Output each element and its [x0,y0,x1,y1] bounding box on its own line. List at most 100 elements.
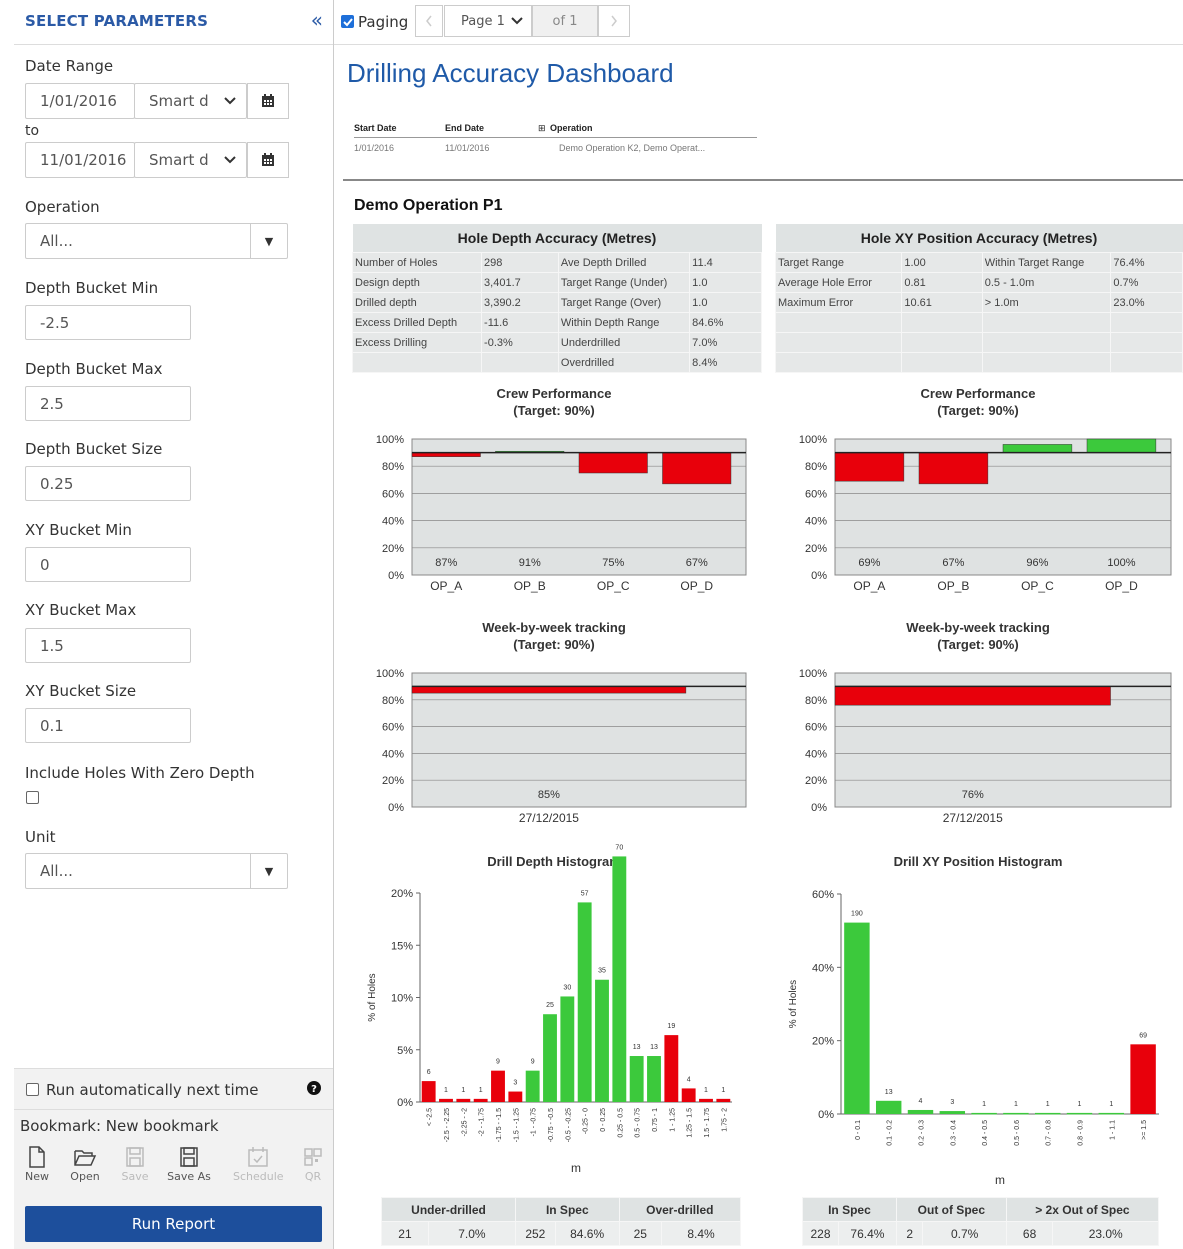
calendar-icon [262,94,274,107]
data-label: 4 [919,1098,923,1105]
end-date-input[interactable]: 11/01/2016 [25,142,135,178]
x-tick-label: -0.5 - -0.25 [565,1108,572,1142]
depth-bucket-size-input[interactable]: 0.25 [25,466,191,501]
zero-depth-checkbox[interactable] [26,791,39,804]
x-tick-label: 1.25 - 1.5 [687,1108,694,1138]
qr-code-icon [304,1148,322,1166]
bar [1086,438,1157,453]
data-label: 190 [851,911,863,918]
schedule-label: Schedule [233,1170,284,1183]
over-drilled-header: Over-drilled [618,1197,742,1222]
start-smart-date-value: Smart d [149,92,209,110]
y-tick-label: 80% [805,695,827,707]
calendar-check-icon [248,1147,268,1167]
depth-bucket-min-input[interactable]: -2.5 [25,305,191,340]
data-label: 1 [1014,1101,1018,1108]
bar [578,452,648,474]
bar [681,1088,696,1102]
bar [699,1098,713,1102]
y-tick-label: 10% [391,993,413,1005]
operation-select[interactable]: All... ▼ [25,223,288,259]
start-date-input[interactable]: 1/01/2016 [25,83,135,119]
y-tick-label: 100% [376,434,404,446]
summary-cell: 228 [802,1221,839,1246]
end-calendar-button[interactable] [247,142,289,178]
sidebar-title: SELECT PARAMETERS [25,12,209,30]
bar [1002,444,1073,453]
new-file-icon [29,1146,45,1168]
bar [508,1091,523,1102]
x-tick-label: OP_C [1021,579,1054,593]
caret-down-icon: ▼ [250,854,287,888]
summary-cell: 76.4% [837,1221,897,1246]
bar [525,1070,540,1102]
bar [834,452,905,482]
save-button[interactable]: Save [110,1146,160,1183]
operation-label: Operation [25,198,100,216]
new-label: New [25,1170,49,1183]
save-as-button[interactable]: Save As [164,1146,214,1183]
x-tick-label: OP_B [514,579,546,593]
to-label: to [25,123,40,139]
bar [907,1109,934,1114]
help-icon[interactable]: ? [307,1081,321,1095]
xy-bucket-max-input[interactable]: 1.5 [25,628,191,663]
summary-cell: 23.0% [1052,1221,1159,1246]
start-smart-date-select[interactable]: Smart d [134,83,247,119]
x-tick-label: 0 - 0.1 [855,1120,862,1140]
check-icon [342,17,353,26]
run-automatically-checkbox[interactable] [26,1083,39,1096]
bar [918,452,989,485]
bar [612,856,627,1102]
report-page: Drilling Accuracy Dashboard Start Date E… [334,45,1183,1249]
y-tick-label: 100% [799,668,827,680]
data-label: 85% [538,789,560,801]
paging-checkbox[interactable] [341,15,354,28]
collapse-sidebar-icon[interactable]: « [311,8,323,32]
in-spec-header: In Spec [802,1197,897,1222]
x-tick-label: -2 - -1.75 [479,1108,486,1137]
qr-button[interactable]: QR [288,1146,338,1183]
data-label: 1 [982,1101,986,1108]
qr-label: QR [304,1170,322,1183]
previous-page-button[interactable] [415,5,443,37]
y-tick-label: 5% [397,1045,413,1057]
x-tick-label: OP_A [853,579,885,593]
x-tick-label: 0.7 - 0.8 [1046,1120,1053,1146]
page-select[interactable]: Page 1 [444,5,532,37]
y-tick-label: 20% [382,775,404,787]
y-tick-label: 100% [376,668,404,680]
data-label: 67% [686,557,708,569]
paging-label: Paging [358,13,409,31]
x-tick-label: 0.5 - 0.75 [635,1108,642,1138]
x-tick-label: -0.75 - -0.5 [548,1108,555,1142]
xy-bucket-size-input[interactable]: 0.1 [25,708,191,743]
next-page-button[interactable] [598,5,630,37]
unit-select[interactable]: All... ▼ [25,853,288,889]
x-tick-label: 0.4 - 0.5 [982,1120,989,1146]
data-label: 1 [704,1087,708,1094]
end-smart-date-select[interactable]: Smart d [134,142,247,178]
summary-cell: 252 [514,1221,556,1246]
xy-bucket-min-input[interactable]: 0 [25,547,191,582]
new-button[interactable]: New [12,1146,62,1183]
y-tick-label: 0% [811,802,827,814]
bar [1066,1112,1093,1115]
run-report-button[interactable]: Run Report [25,1206,322,1242]
depth-bucket-max-input[interactable]: 2.5 [25,386,191,421]
x-tick-label: 1 - 1.25 [669,1108,676,1132]
data-label: 96% [1026,557,1048,569]
bar [543,1014,557,1102]
data-label: 1 [721,1087,725,1094]
start-calendar-button[interactable] [247,83,289,119]
data-label: 13 [633,1044,641,1051]
data-label: 1 [1046,1101,1050,1108]
svg-text:?: ? [311,1084,317,1095]
bar [1003,1112,1029,1115]
schedule-button[interactable]: Schedule [233,1146,284,1183]
x-tick-label: -2.5 - -2.25 [444,1108,451,1142]
open-button[interactable]: Open [60,1146,110,1183]
x-tick-label: OP_D [1105,579,1138,593]
out-of-spec-header: Out of Spec [895,1197,1007,1222]
data-label: 91% [519,557,541,569]
